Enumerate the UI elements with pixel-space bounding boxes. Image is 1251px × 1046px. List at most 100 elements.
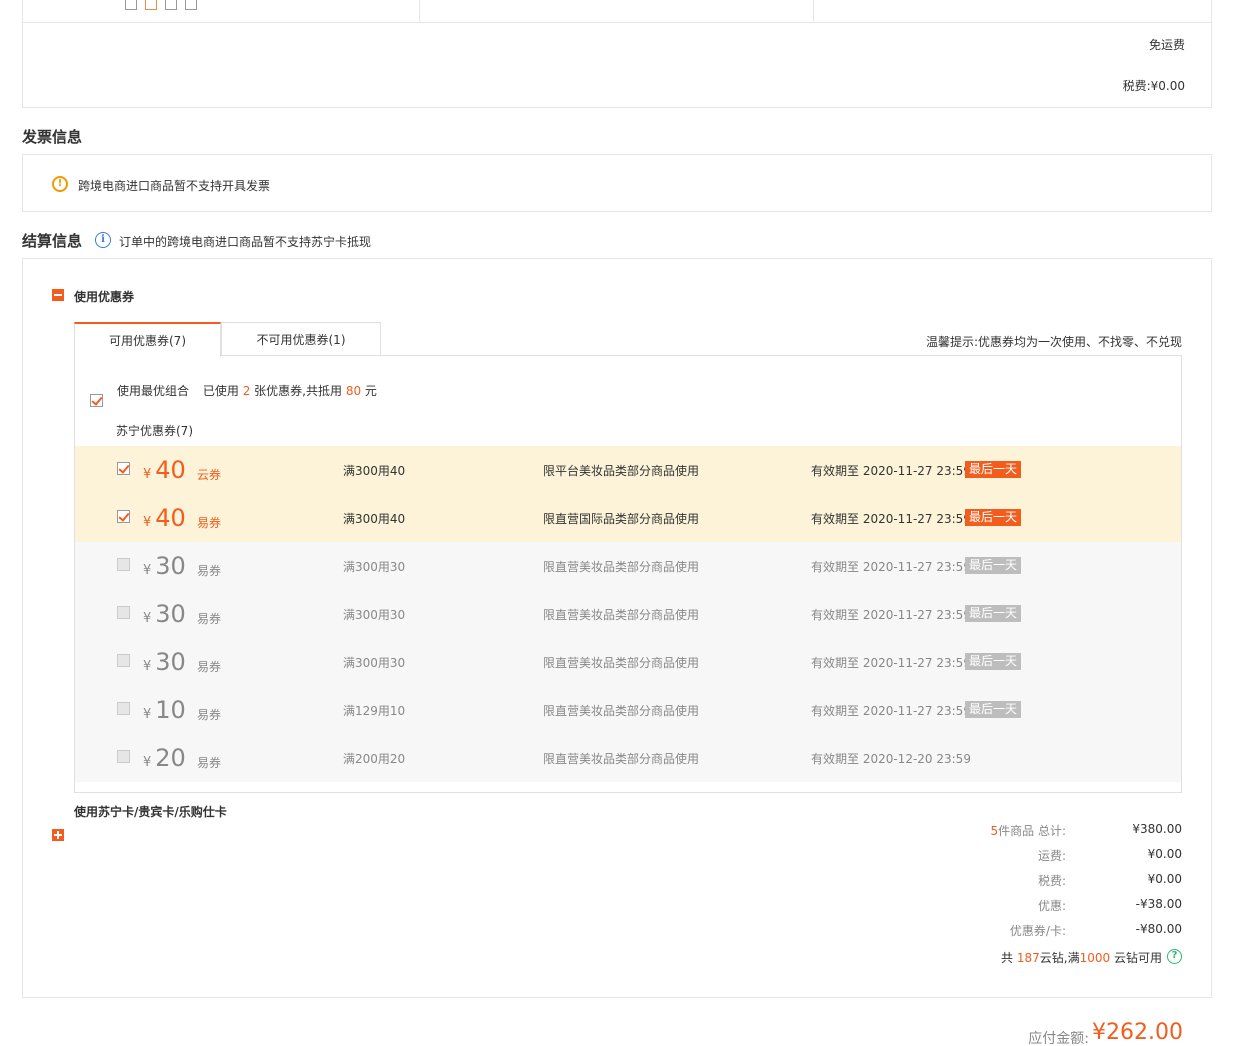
shipping-label: 运费: xyxy=(1037,849,1066,863)
service-icon xyxy=(145,0,157,10)
items-total-label: 5件商品 总计: xyxy=(866,822,1067,839)
coupon-scope: 限直营美妆品类部分商品使用 xyxy=(543,752,700,766)
coupon-type: 易券 xyxy=(197,708,222,722)
warning-icon: ! xyxy=(52,176,68,192)
coupon-amount: ¥40 xyxy=(143,456,186,484)
coupon-row[interactable]: ¥30 易券 满300用30 限直营美妆品类部分商品使用 有效期至 2020-1… xyxy=(75,638,1181,686)
coupon-condition: 满300用30 xyxy=(343,656,406,670)
coupon-row[interactable]: ¥40 云券 满300用40 限平台美妆品类部分商品使用 有效期至 2020-1… xyxy=(75,446,1181,494)
coupon-section-label[interactable]: 使用优惠券 xyxy=(74,288,134,305)
coupon-checkbox[interactable] xyxy=(117,750,130,763)
coupon-row[interactable]: ¥30 易券 满300用30 限直营美妆品类部分商品使用 有效期至 2020-1… xyxy=(75,542,1181,590)
shipping-text: 免运费 xyxy=(1148,38,1185,52)
tab-unavailable-coupons[interactable]: 不可用优惠券(1) xyxy=(221,322,381,356)
items-total-value: ¥380.00 xyxy=(1132,822,1182,836)
column-divider xyxy=(813,0,814,23)
coupon-scope: 限直营美妆品类部分商品使用 xyxy=(543,656,700,670)
amount-value: 40 xyxy=(155,504,186,532)
coupon-condition: 满129用10 xyxy=(343,704,406,718)
coupon-type: 易券 xyxy=(197,516,222,530)
currency-symbol: ¥ xyxy=(143,515,152,530)
tax-value: ¥0.00 xyxy=(1150,79,1185,93)
coupon-condition: 满300用40 xyxy=(343,464,406,478)
coupon-row[interactable]: ¥30 易券 满300用30 限直营美妆品类部分商品使用 有效期至 2020-1… xyxy=(75,590,1181,638)
best-combo-label: 使用最优组合 xyxy=(117,384,190,398)
coupon-scope: 限直营美妆品类部分商品使用 xyxy=(543,560,700,574)
invoice-notice: 跨境电商进口商品暂不支持开具发票 xyxy=(78,179,271,193)
help-icon[interactable]: ? xyxy=(1167,949,1182,964)
coupon-type: 易券 xyxy=(197,660,222,674)
amount-value: 20 xyxy=(155,744,186,772)
coupon-checkbox[interactable] xyxy=(117,654,130,667)
coupon-amount: ¥10 xyxy=(143,696,186,724)
tax-line: 税费:¥0.00 xyxy=(1123,77,1185,94)
used-prefix: 已使用 xyxy=(202,384,239,398)
coupon-amount: ¥20 xyxy=(143,744,186,772)
coupon-tip: 温馨提示:优惠券均为一次使用、不找零、不兑现 xyxy=(925,335,1182,349)
coupon-group-title: 苏宁优惠券(7) xyxy=(116,424,193,438)
expand-icon[interactable] xyxy=(52,829,64,841)
currency-symbol: ¥ xyxy=(143,755,152,770)
last-day-badge: 最后一天 xyxy=(965,605,1022,622)
coupon-condition: 满200用20 xyxy=(343,752,406,766)
coupon-type: 云券 xyxy=(197,468,222,482)
service-icon xyxy=(185,0,197,10)
coupon-row[interactable]: ¥40 易券 满300用40 限直营国际品类部分商品使用 有效期至 2020-1… xyxy=(75,494,1181,542)
coupon-checkbox[interactable] xyxy=(117,510,130,523)
coupon-checkbox[interactable] xyxy=(117,606,130,619)
info-icon: i xyxy=(95,232,111,248)
invoice-box: ! 跨境电商进口商品暂不支持开具发票 xyxy=(22,154,1212,212)
collapse-icon[interactable] xyxy=(52,289,64,301)
coupon-validity: 有效期至 2020-11-27 23:59 xyxy=(811,608,971,622)
coupon-validity: 有效期至 2020-11-27 23:59 xyxy=(811,512,971,526)
coupon-scope: 限直营国际品类部分商品使用 xyxy=(543,512,700,526)
coupon-validity: 有效期至 2020-12-20 23:59 xyxy=(811,752,971,766)
amount-value: 10 xyxy=(155,696,186,724)
service-icon xyxy=(125,0,137,10)
diamond-count: 187 xyxy=(1016,951,1040,965)
coupon-checkbox[interactable] xyxy=(117,558,130,571)
tax-summary-value: ¥0.00 xyxy=(1147,872,1182,886)
coupon-scope: 限直营美妆品类部分商品使用 xyxy=(543,608,700,622)
coupon-condition: 满300用40 xyxy=(343,512,406,526)
used-count: 2 xyxy=(242,384,251,398)
used-amount: 80 xyxy=(345,384,362,398)
discount-value: -¥38.00 xyxy=(1135,897,1182,911)
coupon-validity: 有效期至 2020-11-27 23:59 xyxy=(811,464,971,478)
diamond-prefix: 共 xyxy=(1001,951,1014,965)
best-combo-checkbox[interactable] xyxy=(90,394,103,407)
coupon-checkbox[interactable] xyxy=(117,702,130,715)
service-icon xyxy=(165,0,177,10)
discount-label: 优惠: xyxy=(1037,899,1066,913)
amount-value: 30 xyxy=(155,600,186,628)
currency-symbol: ¥ xyxy=(143,707,152,722)
amount-value: 30 xyxy=(155,648,186,676)
coupon-row[interactable]: ¥20 易券 满200用20 限直营美妆品类部分商品使用 有效期至 2020-1… xyxy=(75,734,1181,782)
payable-label: 应付金额: xyxy=(1028,1031,1089,1046)
diamond-line: 共 187云钻,满1000 云钻可用 xyxy=(1001,949,1162,966)
currency-symbol: ¥ xyxy=(143,611,152,626)
service-icons xyxy=(125,0,197,10)
coupon-amount: ¥30 xyxy=(143,552,186,580)
coupon-scope: 限平台美妆品类部分商品使用 xyxy=(543,464,700,478)
used-mid: 张优惠券,共抵用 xyxy=(254,384,342,398)
coupon-checkbox[interactable] xyxy=(117,462,130,475)
used-suffix: 元 xyxy=(364,384,377,398)
last-day-badge: 最后一天 xyxy=(965,509,1022,526)
currency-symbol: ¥ xyxy=(143,659,152,674)
coupon-row[interactable]: ¥10 易券 满129用10 限直营美妆品类部分商品使用 有效期至 2020-1… xyxy=(75,686,1181,734)
coupon-scope: 限直营美妆品类部分商品使用 xyxy=(543,704,700,718)
payable-amount: ¥262.00 xyxy=(1092,1020,1183,1045)
card-section-label[interactable]: 使用苏宁卡/贵宾卡/乐购仕卡 xyxy=(74,803,227,820)
coupon-card-label: 优惠券/卡: xyxy=(1009,924,1066,938)
coupon-amount: ¥30 xyxy=(143,600,186,628)
tab-available-coupons[interactable]: 可用优惠券(7) xyxy=(74,322,221,357)
tax-label: 税费: xyxy=(1122,79,1151,93)
last-day-badge: 最后一天 xyxy=(965,701,1022,718)
coupon-amount: ¥40 xyxy=(143,504,186,532)
settlement-title: 结算信息 xyxy=(22,232,83,250)
coupon-card-value: -¥80.00 xyxy=(1135,922,1182,936)
diamond-suffix: 云钻可用 xyxy=(1113,951,1162,965)
coupon-type: 易券 xyxy=(197,564,222,578)
order-goods-box: 免运费 税费:¥0.00 xyxy=(22,0,1212,108)
